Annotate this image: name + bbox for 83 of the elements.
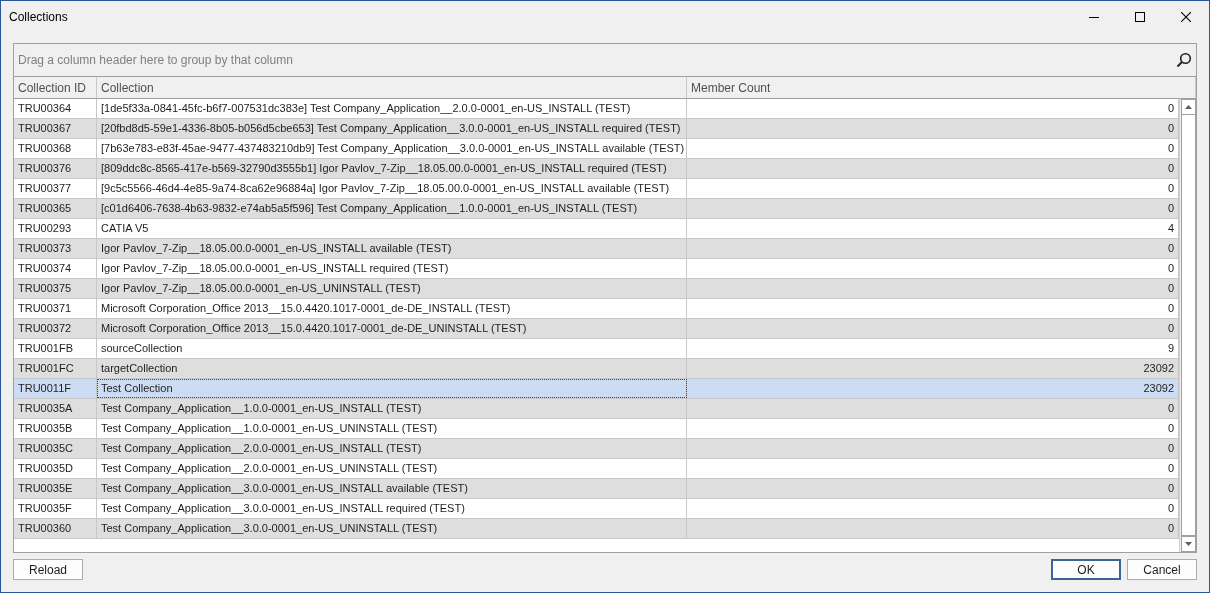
table-cell: TRU0011F xyxy=(14,379,97,398)
table-cell: TRU001FC xyxy=(14,359,97,378)
table-cell: Test Company_Application__1.0.0-0001_en-US_INSTALL (TEST) xyxy=(97,399,687,418)
table-cell: TRU0035F xyxy=(14,499,97,518)
down-arrow-icon xyxy=(1185,542,1192,546)
table-cell: TRU0035B xyxy=(14,419,97,438)
table-cell: Test Company_Application__2.0.0-0001_en-US_INSTALL (TEST) xyxy=(97,439,687,458)
table-cell: Microsoft Corporation_Office 2013__15.0.4420.1017-0001_de-DE_INSTALL (TEST) xyxy=(97,299,687,318)
table-cell: TRU00365 xyxy=(14,199,97,218)
table-cell: TRU0035C xyxy=(14,439,97,458)
up-arrow-icon xyxy=(1185,105,1192,109)
table-cell: TRU00360 xyxy=(14,519,97,538)
column-header[interactable]: Member Count xyxy=(687,77,1196,98)
table-cell: TRU001FB xyxy=(14,339,97,358)
table-cell: TRU00375 xyxy=(14,279,97,298)
table-cell: CATIA V5 xyxy=(97,219,687,238)
table-cell: [c01d6406-7638-4b63-9832-e74ab5a5f596] Test Company_Application__1.0.0-0001_en-US_INSTALL (TEST) xyxy=(97,199,687,218)
table-row[interactable]: TRU0035B Test Company_Application__1.0.0-0001_en-US_UNINSTALL (TEST) 0 xyxy=(14,419,1179,439)
table-cell: TRU00368 xyxy=(14,139,97,158)
scroll-thumb[interactable] xyxy=(1181,115,1196,536)
table-row[interactable]: TRU0035A Test Company_Application__1.0.0-0001_en-US_INSTALL (TEST) 0 xyxy=(14,399,1179,419)
table-cell: TRU00374 xyxy=(14,259,97,278)
table-cell: TRU0035A xyxy=(14,399,97,418)
table-cell: Test Company_Application__3.0.0-0001_en-US_UNINSTALL (TEST) xyxy=(97,519,687,538)
table-cell: TRU00372 xyxy=(14,319,97,338)
table-row[interactable]: TRU00376 [809ddc8c-8565-417e-b569-32790d3555b1] Igor Pavlov_7-Zip__18.05.00.0-0001_en-US_INSTALL required (TEST) 0 xyxy=(14,159,1179,179)
column-header[interactable]: Collection xyxy=(97,77,687,98)
table-cell: Test Company_Application__2.0.0-0001_en-US_UNINSTALL (TEST) xyxy=(97,459,687,478)
table-cell: TRU00373 xyxy=(14,239,97,258)
table-cell: Test Company_Application__3.0.0-0001_en-US_INSTALL required (TEST) xyxy=(97,499,687,518)
table-row[interactable]: TRU001FC targetCollection 23092 xyxy=(14,359,1179,379)
table-row[interactable]: TRU00360 Test Company_Application__3.0.0-0001_en-US_UNINSTALL (TEST) 0 xyxy=(14,519,1179,539)
group-panel-hint: Drag a column header here to group by that column xyxy=(18,52,293,69)
dialog-button[interactable]: OK xyxy=(1051,559,1121,580)
table-row[interactable]: TRU0035E Test Company_Application__3.0.0-0001_en-US_INSTALL available (TEST) 0 xyxy=(14,479,1179,499)
table-row[interactable]: TRU00372 Microsoft Corporation_Office 2013__15.0.4420.1017-0001_de-DE_UNINSTALL (TEST) 0 xyxy=(14,319,1179,339)
search-icon[interactable] xyxy=(1176,52,1192,68)
table-cell: targetCollection xyxy=(97,359,687,378)
table-row[interactable]: TRU001FB sourceCollection 9 xyxy=(14,339,1179,359)
table-row[interactable]: TRU00293 CATIA V5 4 xyxy=(14,219,1179,239)
table-row[interactable]: TRU0035D Test Company_Application__2.0.0-0001_en-US_UNINSTALL (TEST) 0 xyxy=(14,459,1179,479)
table-row[interactable]: TRU0011F Test Collection 23092 xyxy=(14,379,1179,399)
table-cell: TRU00293 xyxy=(14,219,97,238)
table-cell: [7b63e783-e83f-45ae-9477-437483210db9] Test Company_Application__3.0.0-0001_en-US_INSTALL available (TEST) xyxy=(97,139,687,158)
table-cell: sourceCollection xyxy=(97,339,687,358)
table-cell: Test Company_Application__3.0.0-0001_en-US_INSTALL available (TEST) xyxy=(97,479,687,498)
table-cell: [20fbd8d5-59e1-4336-8b05-b056d5cbe653] Test Company_Application__3.0.0-0001_en-US_INSTALL required (TEST) xyxy=(97,119,687,138)
window-title: Collections xyxy=(9,9,68,26)
scroll-up-button[interactable] xyxy=(1181,99,1196,115)
table-row[interactable]: TRU0035F Test Company_Application__3.0.0-0001_en-US_INSTALL required (TEST) 0 xyxy=(14,499,1179,519)
table-cell: [9c5c5566-46d4-4e85-9a74-8ca62e96884a] Igor Pavlov_7-Zip__18.05.00.0-0001_en-US_INSTALL available (TEST) xyxy=(97,179,687,198)
table-row[interactable]: TRU00377 [9c5c5566-46d4-4e85-9a74-8ca62e96884a] Igor Pavlov_7-Zip__18.05.00.0-0001_en-US_INSTALL available (TEST) 0 xyxy=(14,179,1179,199)
table-cell: Test Collection xyxy=(97,379,687,398)
table-cell: TRU00364 xyxy=(14,99,97,118)
table-cell: [1de5f33a-0841-45fc-b6f7-007531dc383e] Test Company_Application__2.0.0-0001_en-US_INSTALL (TEST) xyxy=(97,99,687,118)
table-cell: TRU0035E xyxy=(14,479,97,498)
table-row[interactable]: TRU00375 Igor Pavlov_7-Zip__18.05.00.0-0001_en-US_UNINSTALL (TEST) 0 xyxy=(14,279,1179,299)
table-cell: Test Company_Application__1.0.0-0001_en-US_UNINSTALL (TEST) xyxy=(97,419,687,438)
table-row[interactable]: TRU00374 Igor Pavlov_7-Zip__18.05.00.0-0001_en-US_INSTALL required (TEST) 0 xyxy=(14,259,1179,279)
table-cell: TRU0035D xyxy=(14,459,97,478)
table-cell: TRU00371 xyxy=(14,299,97,318)
table-cell: TRU00377 xyxy=(14,179,97,198)
dialog-button[interactable]: Reload xyxy=(13,559,83,580)
table-cell: Microsoft Corporation_Office 2013__15.0.4420.1017-0001_de-DE_UNINSTALL (TEST) xyxy=(97,319,687,338)
table-row[interactable]: TRU00368 [7b63e783-e83f-45ae-9477-437483210db9] Test Company_Application__3.0.0-0001_en-US_INSTALL available (TEST) 0 xyxy=(14,139,1179,159)
table-cell: Igor Pavlov_7-Zip__18.05.00.0-0001_en-US_UNINSTALL (TEST) xyxy=(97,279,687,298)
table-cell: TRU00376 xyxy=(14,159,97,178)
scroll-down-button[interactable] xyxy=(1181,536,1196,552)
table-cell: Igor Pavlov_7-Zip__18.05.00.0-0001_en-US_INSTALL available (TEST) xyxy=(97,239,687,258)
table-row[interactable]: TRU00367 [20fbd8d5-59e1-4336-8b05-b056d5cbe653] Test Company_Application__3.0.0-0001_en-US_INSTALL required (TEST) 0 xyxy=(14,119,1179,139)
scrollbar[interactable] xyxy=(1179,99,1196,552)
table-row[interactable]: TRU00364 [1de5f33a-0841-45fc-b6f7-007531dc383e] Test Company_Application__2.0.0-0001_en-US_INSTALL (TEST) 0 xyxy=(14,99,1179,119)
table-row[interactable]: TRU00373 Igor Pavlov_7-Zip__18.05.00.0-0001_en-US_INSTALL available (TEST) 0 xyxy=(14,239,1179,259)
table-cell: Igor Pavlov_7-Zip__18.05.00.0-0001_en-US_INSTALL required (TEST) xyxy=(97,259,687,278)
maximize-icon xyxy=(1135,12,1145,22)
column-header[interactable]: Collection ID xyxy=(14,77,97,98)
table-row[interactable]: TRU00365 [c01d6406-7638-4b63-9832-e74ab5a5f596] Test Company_Application__1.0.0-0001_en-US_INSTALL (TEST) 0 xyxy=(14,199,1179,219)
table-cell: [809ddc8c-8565-417e-b569-32790d3555b1] Igor Pavlov_7-Zip__18.05.00.0-0001_en-US_INSTALL required (TEST) xyxy=(97,159,687,178)
close-icon xyxy=(1181,12,1191,22)
table-cell: TRU00367 xyxy=(14,119,97,138)
table-row[interactable]: TRU0035C Test Company_Application__2.0.0-0001_en-US_INSTALL (TEST) 0 xyxy=(14,439,1179,459)
table-row[interactable]: TRU00371 Microsoft Corporation_Office 2013__15.0.4420.1017-0001_de-DE_INSTALL (TEST) 0 xyxy=(14,299,1179,319)
dialog-button[interactable]: Cancel xyxy=(1127,559,1197,580)
